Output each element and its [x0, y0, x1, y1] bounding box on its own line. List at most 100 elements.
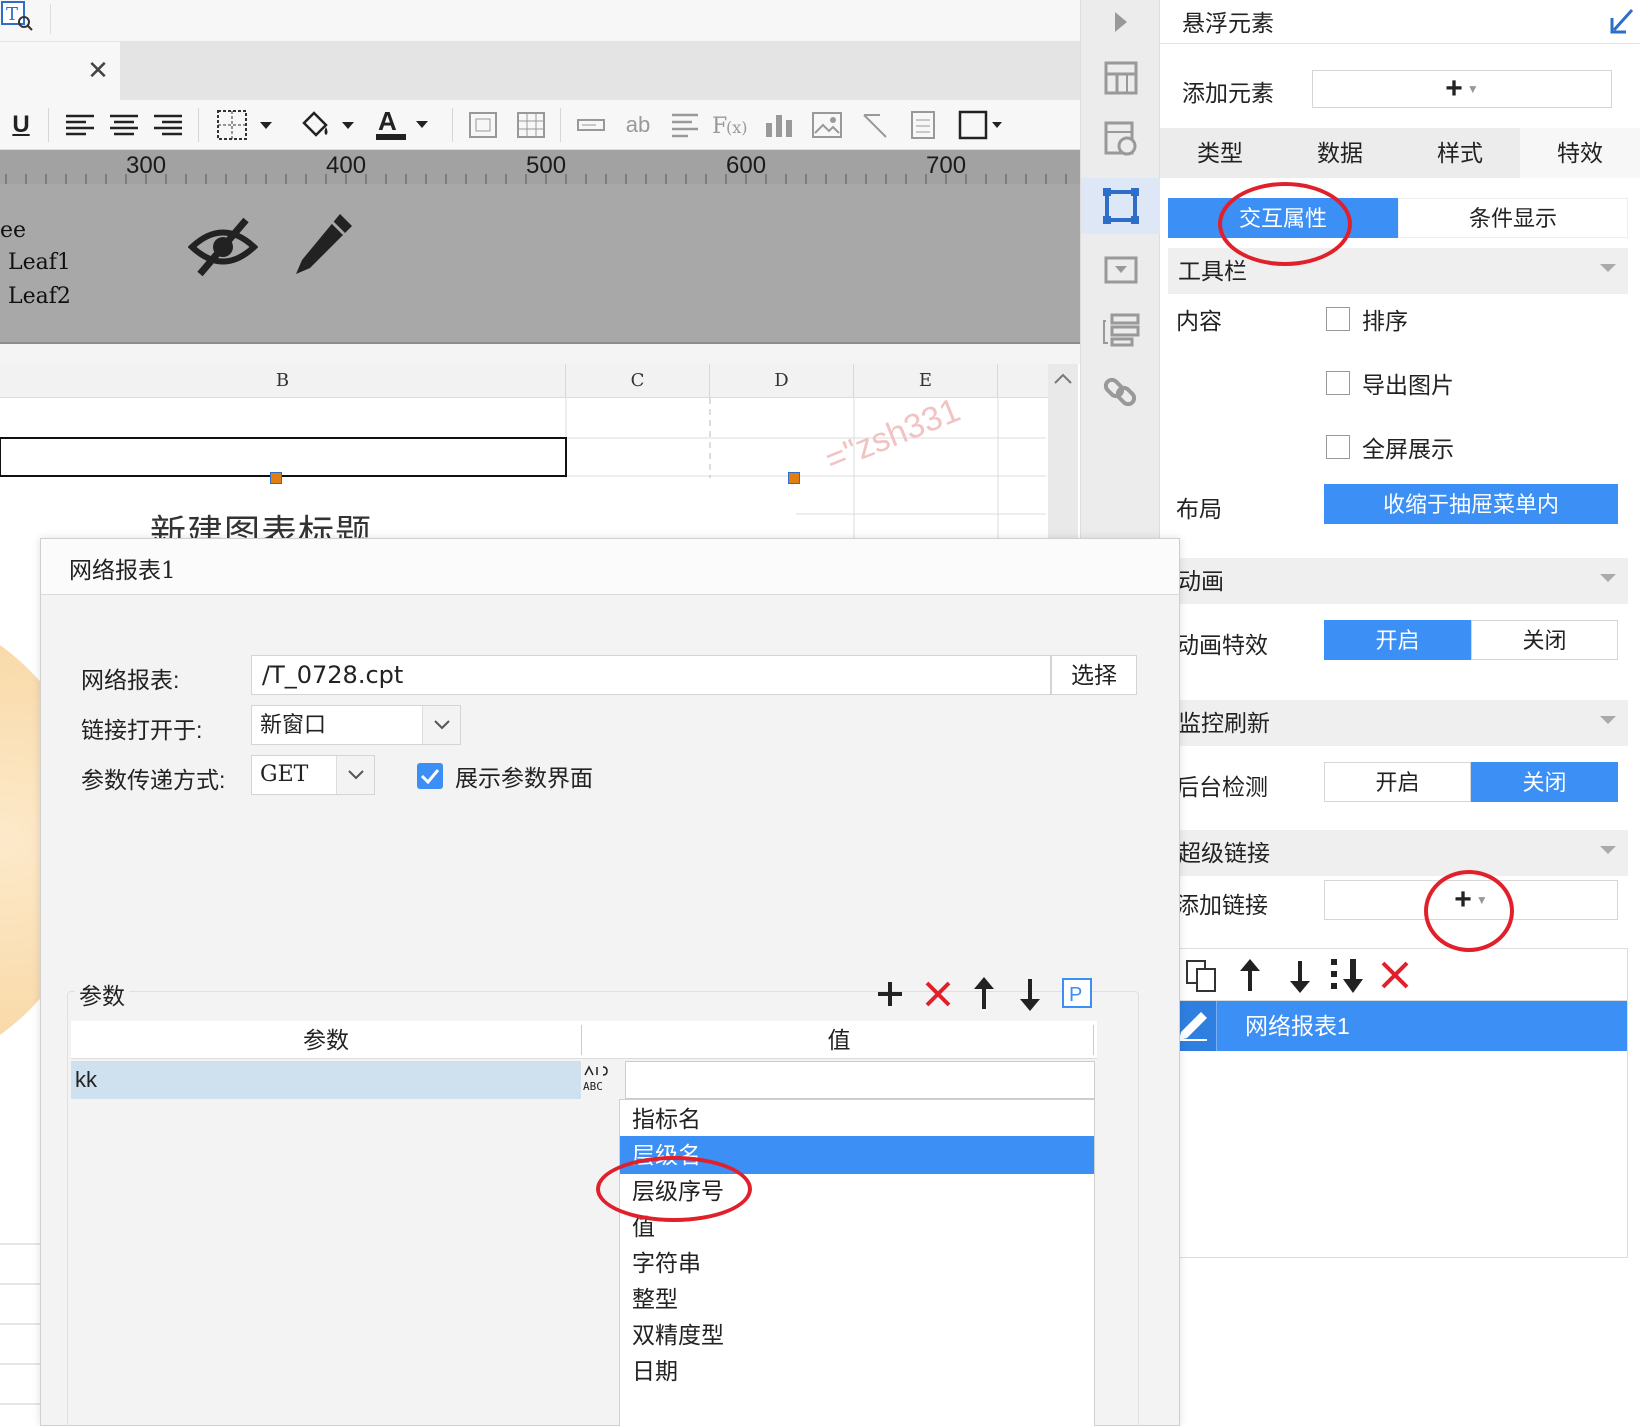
- backend-off-toggle[interactable]: 关闭: [1471, 762, 1618, 802]
- dropdown-option-string[interactable]: 字符串: [620, 1244, 1094, 1282]
- dropdown-option-metric-name[interactable]: 指标名: [620, 1100, 1094, 1138]
- paragraph-icon[interactable]: [668, 106, 702, 144]
- animation-on-toggle[interactable]: 开启: [1324, 620, 1471, 660]
- fill-color-icon[interactable]: [298, 106, 362, 144]
- text-format-button[interactable]: ab: [618, 106, 658, 144]
- open-in-select[interactable]: 新窗口: [251, 705, 461, 745]
- tab-effects[interactable]: 特效: [1520, 128, 1640, 178]
- formula-icon[interactable]: F (x): [712, 106, 752, 144]
- page-icon[interactable]: [906, 106, 940, 144]
- dropdown-option-double[interactable]: 双精度型: [620, 1316, 1094, 1354]
- column-header-e[interactable]: E: [854, 364, 998, 398]
- animation-section-header[interactable]: 动画: [1168, 558, 1628, 604]
- animation-off-toggle[interactable]: 关闭: [1471, 620, 1618, 660]
- checkbox[interactable]: [1326, 371, 1350, 395]
- image-icon[interactable]: [810, 106, 844, 144]
- resize-handle[interactable]: [788, 472, 800, 484]
- add-element-button[interactable]: + ▼: [1312, 70, 1612, 108]
- align-right-icon[interactable]: [152, 106, 184, 144]
- params-legend: 参数: [75, 977, 129, 1011]
- checkbox[interactable]: [1326, 307, 1350, 331]
- document-tab-bar: ✕: [0, 42, 1080, 122]
- chevron-down-icon: [336, 756, 374, 794]
- sort-order-icon[interactable]: [1329, 957, 1369, 998]
- document-tab[interactable]: ✕: [0, 42, 120, 100]
- copy-icon[interactable]: [1185, 959, 1219, 998]
- layout-drawer-button[interactable]: 收缩于抽屉菜单内: [1324, 484, 1618, 524]
- select-frame-icon[interactable]: [956, 106, 1006, 144]
- tab-data[interactable]: 数据: [1280, 128, 1400, 178]
- align-center-icon[interactable]: [108, 106, 140, 144]
- hide-eye-icon[interactable]: [187, 214, 259, 285]
- table-row[interactable]: kk: [71, 1061, 581, 1099]
- export-image-checkbox[interactable]: 导出图片: [1326, 366, 1454, 400]
- column-header-b[interactable]: B: [0, 364, 566, 398]
- grid-lines-bottom: [0, 1243, 40, 1405]
- dropdown-widget-icon[interactable]: [1095, 244, 1147, 296]
- sort-checkbox[interactable]: 排序: [1326, 302, 1408, 336]
- move-up-icon[interactable]: [1235, 959, 1265, 998]
- monitor-refresh-section-header[interactable]: 监控刷新: [1168, 700, 1628, 746]
- fullscreen-checkbox[interactable]: 全屏展示: [1326, 430, 1454, 464]
- tree-leaf1-label[interactable]: Leaf1: [8, 250, 71, 275]
- collapse-arrow-icon[interactable]: [1608, 6, 1636, 36]
- move-param-down-icon[interactable]: [1015, 977, 1045, 1016]
- dropdown-option-date[interactable]: 日期: [620, 1352, 1094, 1390]
- tree-root-label: ee: [0, 218, 27, 243]
- slash-icon[interactable]: [858, 106, 892, 144]
- align-left-icon[interactable]: [64, 106, 96, 144]
- param-p-icon[interactable]: P: [1061, 977, 1093, 1014]
- hyperlink-section-header[interactable]: 超级链接: [1168, 830, 1628, 876]
- type-abc-icon[interactable]: ABC: [583, 1061, 621, 1099]
- ruler-label-300: 300: [126, 152, 167, 179]
- report-path-input[interactable]: /T_0728.cpt: [251, 655, 1051, 695]
- tab-type[interactable]: 类型: [1160, 128, 1280, 178]
- chevron-down-icon: [1600, 846, 1616, 854]
- checkbox[interactable]: [1326, 435, 1350, 459]
- tab-conditional-display[interactable]: 条件显示: [1398, 198, 1628, 238]
- chevron-up-icon[interactable]: [1052, 368, 1074, 390]
- svg-text:T: T: [6, 4, 18, 25]
- move-down-icon[interactable]: [1285, 959, 1315, 998]
- expand-arrow-icon[interactable]: [1095, 0, 1147, 48]
- insert-text-cell-icon[interactable]: [466, 106, 500, 144]
- link-list-toolbar: [1168, 948, 1628, 1000]
- tab-style[interactable]: 样式: [1400, 128, 1520, 178]
- list-widget-icon[interactable]: [1095, 304, 1147, 356]
- layout-grid-icon[interactable]: [1095, 52, 1147, 104]
- value-input[interactable]: [625, 1061, 1095, 1099]
- backend-on-toggle[interactable]: 开启: [1324, 762, 1471, 802]
- move-param-up-icon[interactable]: [969, 977, 999, 1016]
- pencil-icon[interactable]: [292, 210, 356, 287]
- font-color-icon[interactable]: A: [376, 106, 440, 144]
- widget-icon-strip: [1080, 0, 1161, 540]
- toolbar-section-header[interactable]: 工具栏: [1168, 248, 1628, 294]
- checkbox-label: 排序: [1362, 308, 1408, 334]
- link-name: 网络报表1: [1245, 1013, 1350, 1039]
- widget-settings-icon[interactable]: [1095, 112, 1147, 164]
- underline-button[interactable]: U: [8, 106, 34, 144]
- list-item[interactable]: 网络报表1: [1169, 1001, 1627, 1051]
- tree-leaf2-label[interactable]: Leaf2: [8, 284, 71, 309]
- border-dropdown-icon[interactable]: [216, 106, 280, 144]
- float-element-icon[interactable]: [1095, 180, 1147, 232]
- ruler-label-400: 400: [326, 152, 367, 179]
- column-header-c[interactable]: C: [566, 364, 710, 398]
- resize-handle[interactable]: [270, 472, 282, 484]
- delete-icon[interactable]: [1379, 959, 1411, 996]
- divider: [48, 108, 49, 142]
- dropdown-option-integer[interactable]: 整型: [620, 1280, 1094, 1318]
- choose-button[interactable]: 选择: [1051, 655, 1137, 695]
- show-param-checkbox[interactable]: [417, 763, 443, 789]
- insert-table-icon[interactable]: [514, 106, 548, 144]
- input-field-icon[interactable]: [574, 106, 608, 144]
- column-header-d[interactable]: D: [710, 364, 854, 398]
- param-method-select[interactable]: GET: [251, 755, 375, 795]
- close-icon[interactable]: ✕: [84, 56, 112, 84]
- add-param-icon[interactable]: [875, 979, 905, 1014]
- chart-icon[interactable]: [762, 106, 796, 144]
- delete-param-icon[interactable]: [923, 979, 953, 1014]
- link-icon[interactable]: [1095, 366, 1147, 418]
- text-search-icon[interactable]: T: [0, 0, 36, 34]
- svg-text:P: P: [1069, 984, 1082, 1006]
